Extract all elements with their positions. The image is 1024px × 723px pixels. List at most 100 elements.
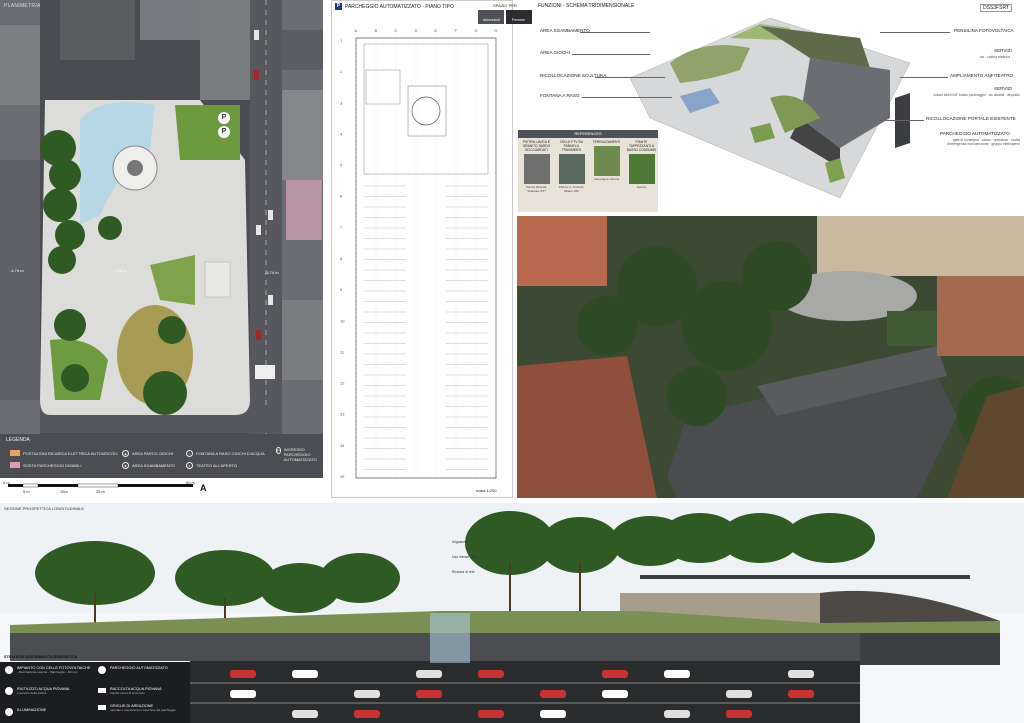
legend-item: ● AREA SGAMBAMENTO — [122, 462, 175, 469]
parked-car — [540, 710, 566, 718]
legend-item: ◐ TEATRO ALL'APERTO — [186, 462, 237, 469]
fn-sublabel-right: wc - cabina elettrica — [980, 55, 1010, 59]
grid-row-number: 9 — [340, 287, 343, 292]
fn-sublabel-right: volumi idrici/VdF bastio parcheggio · wc… — [933, 93, 1020, 97]
parked-car — [230, 690, 256, 698]
legend-item: P INGRESSO PARCHEGGIO AUTOMATIZZATO — [276, 447, 322, 462]
parked-car — [602, 670, 628, 678]
legend-item: POSTAZIONI RICARICA ELETTRICA AUTOVEICOL… — [10, 450, 118, 456]
leader-line — [580, 32, 650, 33]
parked-car — [540, 690, 566, 698]
car-space-label: Autoveicoli — [482, 18, 500, 22]
references-title: REFERENCES — [518, 130, 658, 138]
parked-car — [726, 710, 752, 718]
grid-row-number: 3 — [340, 100, 343, 105]
legend-item: RIUTILIZZO ACQUA PIOVANA a servizio della… — [5, 687, 95, 695]
legend-sub: - Illuminazione esterna - Parcheggio - A… — [17, 670, 78, 674]
legend-item: ▲ AREA PARCO GIOCHI — [122, 450, 173, 457]
grid-row-number: 15 — [340, 474, 345, 479]
grid-column-letter: G — [475, 28, 478, 33]
people-space-swatch: Persone — [505, 10, 532, 24]
grid-column-letter: E — [435, 28, 438, 33]
reference-caption: Sedum — [636, 185, 647, 189]
grid-column-letter: B — [375, 28, 378, 33]
disabled-parking-swatch — [10, 462, 20, 468]
parking-icon: P — [218, 112, 230, 124]
fn-label-left: FONTANA A RASO — [540, 93, 580, 98]
grid-column-letter: H — [495, 28, 498, 33]
grid-row-number: 5 — [340, 163, 343, 168]
reference-item: PIETRA LAVICA E GRANITO SARDO BOCCIARDAT… — [520, 140, 553, 193]
legend-item-label: TEATRO ALL'APERTO — [196, 463, 237, 468]
leader-line — [900, 77, 948, 78]
grid-row-number: 8 — [340, 256, 343, 261]
scale-tick: 0 m — [3, 480, 10, 485]
parked-car — [726, 690, 752, 698]
ev-charging-swatch — [10, 450, 20, 456]
fn-sublabel-right: gate di consegna · casse · operatore · u… — [946, 138, 1020, 146]
parked-car — [478, 710, 504, 718]
parking-title: PARCHEGGIO AUTOMATIZZATO - PIANO TIPO — [345, 3, 454, 10]
section-pin-label: Uso mense verdi — [452, 555, 478, 559]
grid-column-letter: D — [415, 28, 418, 33]
grid-column-letter: A — [355, 28, 358, 33]
legend-title: PARCHEGGIO AUTOMATIZZATO — [110, 666, 168, 670]
reference-image — [593, 146, 620, 176]
grid-row-number: 11 — [340, 349, 345, 354]
solar-icon — [5, 666, 13, 674]
leader-line — [595, 77, 665, 78]
playground-icon: ▲ — [122, 450, 129, 457]
section-title: SEZIONE PROSPETTICA LONGITUDINALE — [4, 506, 85, 511]
fn-label-right: PARCHEGGIO AUTOMATIZZATO — [940, 131, 1010, 136]
parking-icon — [98, 666, 106, 674]
parking-icon: P — [276, 447, 281, 454]
parked-car — [478, 670, 504, 678]
grid-row-number: 6 — [340, 194, 343, 199]
theater-icon: ◐ — [186, 462, 193, 469]
reference-label: PIANTE TAPPEZZANTI A BASSO CONSUMO — [626, 140, 657, 152]
scale-bar: 0 m 5 m 15m 25 m 50 m — [0, 478, 323, 498]
grid-row-number: 7 — [340, 225, 343, 230]
parked-car — [230, 670, 256, 678]
reference-label: TERRAZZAMENTI — [592, 140, 621, 144]
scale-tick: 15m — [60, 489, 68, 494]
dog-icon: ● — [122, 462, 129, 469]
elevation-label: -4.74 m — [265, 270, 279, 275]
spazio-legend: SPAZIO PER Autoveicoli Persone — [473, 3, 537, 24]
parked-car — [292, 670, 318, 678]
legend-item-label: AREA SGAMBAMENTO — [132, 463, 176, 468]
north-arrow: A — [200, 483, 207, 493]
fn-label-right: SERVIZI — [994, 48, 1012, 53]
legend-item: GRIGLIE DI AREAZIONE naturale e meccanica… — [98, 704, 188, 712]
fn-label-left: AREA GIOCHI — [540, 50, 570, 55]
legend-item: IMPIANTO CON CELLE FOTOVOLTAICHE - Illumi… — [5, 666, 95, 674]
leader-line — [582, 97, 672, 98]
legend-item: SOSTA PARCHEGGIO DISABILI — [10, 462, 82, 468]
parked-car — [664, 710, 690, 718]
aerial-render-image — [517, 216, 1024, 498]
site-plan-drawing — [0, 0, 323, 445]
grid-row-number: 12 — [340, 381, 345, 386]
elevation-label: -4.74 m — [10, 268, 24, 273]
legend-item: RACCOLTA ACQUA PIOVANA tramite vasca di a… — [98, 687, 188, 695]
reference-caption: Piazza G. Ambrelli, Milano (MI) — [558, 185, 585, 193]
reference-image — [523, 154, 550, 184]
legend-sub: naturale e meccanica in superficie del p… — [110, 708, 176, 712]
parked-car — [292, 710, 318, 718]
legend-title: ILLUMINAZIONE — [17, 708, 47, 712]
legend-sub: tramite vasca di accumulo — [110, 691, 145, 695]
parked-car — [664, 670, 690, 678]
lighting-icon — [5, 708, 13, 716]
spazio-title: SPAZIO PER — [493, 3, 517, 8]
legend-title: LEGENDA — [6, 437, 30, 443]
grid-row-number: 4 — [340, 131, 343, 136]
fountain-icon: ◌ — [186, 450, 193, 457]
legend-item-label: SOSTA PARCHEGGIO DISABILI — [23, 462, 82, 468]
legend-item-label: INGRESSO PARCHEGGIO AUTOMATIZZATO — [283, 447, 317, 462]
legend-item: ◌ FONTANA A RASO GIOCHI D'ACQUA — [186, 450, 265, 457]
water-reuse-icon — [5, 687, 13, 695]
grid-row-number: 2 — [340, 69, 343, 74]
rain-collection-icon — [98, 688, 106, 693]
fn-label-right: AMPLIAMENTO ANFITEATRO — [950, 73, 1014, 78]
leader-line — [880, 32, 950, 33]
